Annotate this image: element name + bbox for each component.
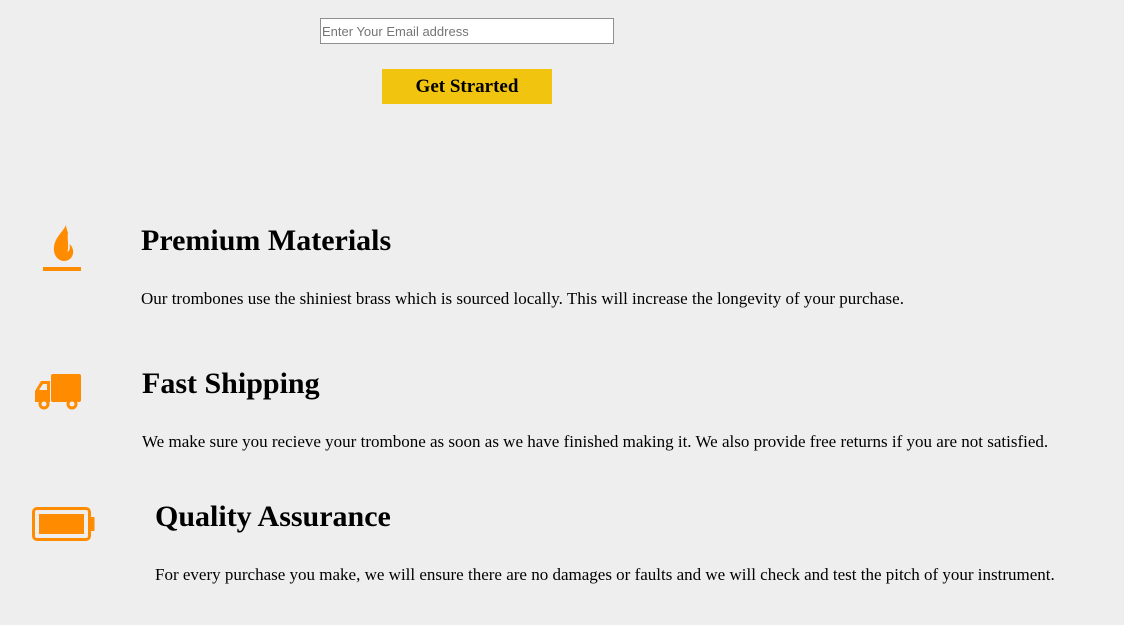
feature-description: Our trombones use the shiniest brass whi… [141,289,904,308]
feature-title: Premium Materials [141,224,392,257]
feature-description: We make sure you recieve your trombone a… [142,432,1049,451]
battery-full-icon [32,507,95,541]
landing-page: Get Strarted Premium Materials Our tromb… [0,0,1124,625]
feature-description: For every purchase you make, we will ens… [155,565,1055,584]
email-input[interactable] [320,18,614,44]
get-started-button[interactable]: Get Strarted [382,69,552,104]
truck-icon [35,374,81,410]
fire-icon [43,225,81,271]
feature-title: Quality Assurance [155,500,391,533]
feature-title: Fast Shipping [142,367,320,400]
